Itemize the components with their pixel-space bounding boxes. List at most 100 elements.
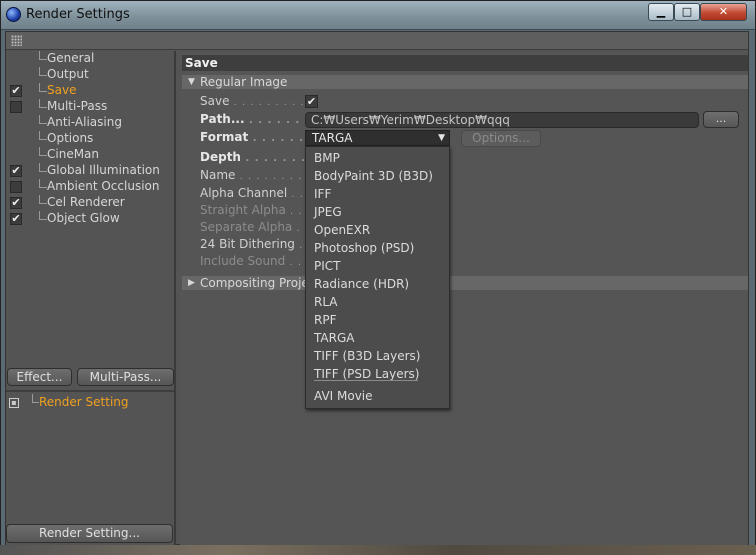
format-option-tiff-b3d-layers-[interactable]: TIFF (B3D Layers) [314,347,420,365]
sidebar-item-global-illumination[interactable]: ✔ Global Illumination [6,163,174,179]
sidebar-divider [6,390,174,392]
sidebar-item-options[interactable]: Options [6,131,174,147]
format-dropdown[interactable]: TARGA ▼ [305,130,450,146]
tree-line [39,115,47,124]
param-label[interactable]: Path... [200,112,245,126]
sidebar-item-label: Ambient Occlusion [47,179,160,193]
toolbar [6,32,748,50]
render-setting-button[interactable]: Render Setting... [6,524,173,543]
tree-line [32,394,39,403]
tree-line [39,163,47,172]
tree-line [39,195,47,204]
straight-alpha-param: Straight Alpha . . . [200,203,311,217]
checkbox[interactable]: ✔ [10,165,22,177]
format-option-avi-movie[interactable]: AVI Movie [314,387,373,405]
format-option-openexr[interactable]: OpenEXR [314,221,370,239]
sidebar-item-output[interactable]: Output [6,67,174,83]
sidebar-item-save[interactable]: ✔ Save [6,83,174,99]
format-option-targa[interactable]: TARGA [314,329,354,347]
settings-sidebar: General Output ✔ Save Multi-Pass Anti-Aliasin… [6,51,176,546]
collapse-arrow-icon[interactable]: ▼ [188,75,195,89]
sidebar-item-label: Cel Renderer [47,195,125,209]
render-setting-label: Render Setting [39,395,129,409]
tree-line [39,179,47,188]
format-dropdown-menu: BMP BodyPaint 3D (B3D) IFF JPEG OpenEXR Photo… [305,146,450,409]
tree-line [39,51,47,60]
sidebar-item-cineman[interactable]: CineMan [6,147,174,163]
format-option-bodypaint-3d-b3d-[interactable]: BodyPaint 3D (B3D) [314,167,433,185]
include-sound-param: Include Sound . . . [200,254,311,268]
sidebar-item-label: Multi-Pass [47,99,108,113]
param-label: Name [200,168,236,182]
format-option-rpf[interactable]: RPF [314,311,336,329]
sidebar-item-object-glow[interactable]: ✔ Object Glow [6,211,174,227]
param-label: Straight Alpha [200,203,286,217]
title-bar[interactable]: Render Settings ▁ □ ✕ [1,1,755,30]
window-body: General Output ✔ Save Multi-Pass Anti-Aliasin… [5,31,749,546]
param-label: Save [200,94,230,108]
format-option-rla[interactable]: RLA [314,293,338,311]
tree-line [39,67,47,76]
format-option-photoshop-psd-[interactable]: Photoshop (PSD) [314,239,414,257]
param-label: Format [200,130,249,144]
format-option-bmp[interactable]: BMP [314,149,340,167]
section-title: Save [182,55,748,71]
sidebar-item-label: Options [47,131,94,145]
options-button: Options... [461,130,541,147]
minimize-button[interactable]: ▁ [648,3,674,21]
desktop-background [0,545,756,555]
sidebar-item-multi-pass[interactable]: Multi-Pass [6,99,174,115]
sidebar-item-label: Object Glow [47,211,120,225]
tree-line [39,211,47,220]
param-label: 24 Bit Dithering [200,237,295,251]
tree-line [39,131,47,140]
param-label: Depth [200,150,241,164]
format-option-iff[interactable]: IFF [314,185,331,203]
format-option-jpeg[interactable]: JPEG [314,203,342,221]
sidebar-item-label: Output [47,67,89,81]
sidebar-item-anti-aliasing[interactable]: Anti-Aliasing [6,115,174,131]
checkbox[interactable] [10,101,22,113]
tree-line [39,83,47,92]
group-label: Regular Image [200,75,288,89]
sidebar-item-cel-renderer[interactable]: ✔ Cel Renderer [6,195,174,211]
save-checkbox[interactable]: ✔ [305,95,318,108]
path-input[interactable]: C:₩Users₩Yerim₩Desktop₩qqq [305,112,699,128]
param-label: Separate Alpha [200,220,293,234]
compositing-project-group[interactable]: ▶ Compositing Proje [182,276,748,290]
param-label: Include Sound [200,254,286,268]
separate-alpha-param: Separate Alpha . . [200,220,309,234]
render-setting-item[interactable]: ▪ Render Setting [6,394,174,412]
save-param: Save . . . . . . . . . . [200,94,314,108]
close-button[interactable]: ✕ [700,3,747,21]
sidebar-item-general[interactable]: General [6,51,174,67]
checkbox[interactable]: ✔ [10,197,22,209]
group-label: Compositing Proje [200,276,309,290]
menu-separator [314,380,418,381]
checkbox[interactable]: ✔ [10,213,22,225]
tree-line [39,99,47,108]
regular-image-group[interactable]: ▼ Regular Image [182,75,748,89]
alpha-channel-param: Alpha Channel . . [200,186,304,200]
multi-pass-button[interactable]: Multi-Pass... [77,368,174,386]
sidebar-item-label: General [47,51,95,65]
checkbox[interactable]: ✔ [10,85,22,97]
format-option-radiance-hdr-[interactable]: Radiance (HDR) [314,275,409,293]
sidebar-item-ambient-occlusion[interactable]: Ambient Occlusion [6,179,174,195]
format-option-pict[interactable]: PICT [314,257,340,275]
effect-button[interactable]: Effect... [7,368,72,386]
window-title: Render Settings [26,7,130,22]
save-panel: Save ▼ Regular Image Save . . . . . . . … [180,51,748,546]
expand-icon[interactable]: ▪ [9,398,19,408]
cinema4d-app-icon [6,7,21,22]
sidebar-item-label: Anti-Aliasing [47,115,122,129]
browse-button[interactable]: ... [703,111,739,128]
maximize-button[interactable]: □ [674,3,700,21]
sidebar-item-label: Global Illumination [47,163,160,177]
format-value: TARGA [312,131,353,145]
grip-icon[interactable] [11,35,22,46]
sidebar-item-label: Save [47,83,77,97]
checkbox[interactable] [10,181,22,193]
expand-arrow-icon[interactable]: ▶ [188,276,195,290]
chevron-down-icon: ▼ [438,133,445,143]
